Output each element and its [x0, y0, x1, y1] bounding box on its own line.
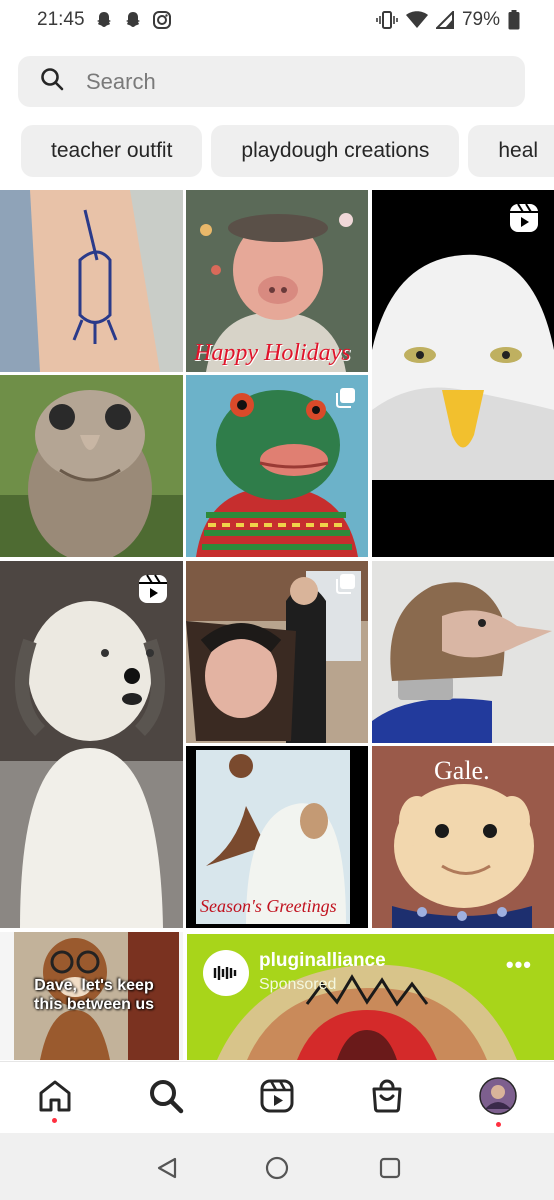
explore-tile-sculpture[interactable] [372, 561, 554, 743]
search-icon [148, 1078, 184, 1119]
battery-icon [508, 10, 520, 30]
tile-image [0, 190, 183, 372]
notification-dot [52, 1118, 57, 1123]
status-time: 21:45 [37, 9, 85, 30]
tile-image [0, 561, 183, 928]
tile-caption: Gale. [434, 756, 490, 785]
tile-image [372, 190, 554, 557]
notification-dot [496, 1122, 501, 1127]
tile-caption: Season's Greetings [200, 896, 337, 916]
explore-grid: Happy Holidays Season's Greetings Gale. … [0, 190, 554, 1060]
more-options-icon[interactable]: ••• [506, 952, 532, 978]
nav-reels[interactable] [257, 1078, 297, 1118]
snapchat-icon [94, 10, 114, 30]
ad-sponsored-label: Sponsored [259, 976, 337, 993]
bottom-navigation [0, 1061, 554, 1133]
home-icon [37, 1078, 73, 1119]
status-bar: 21:45 79% [0, 0, 554, 40]
search-bar[interactable] [18, 56, 525, 107]
sponsored-post[interactable]: pluginalliance Sponsored ••• [187, 934, 554, 1060]
explore-tile-painting[interactable] [186, 561, 368, 743]
reels-icon [508, 202, 540, 239]
ad-avatar[interactable] [203, 950, 249, 996]
nav-shop[interactable] [367, 1078, 407, 1118]
explore-tile-greetings-card[interactable]: Season's Greetings [186, 746, 368, 928]
tile-caption: Happy Holidays [194, 340, 351, 366]
reels-icon [260, 1079, 294, 1118]
explore-tile-pig-man[interactable]: Happy Holidays [186, 190, 368, 372]
nav-home[interactable] [35, 1078, 75, 1118]
ad-account-name[interactable]: pluginalliance [259, 950, 386, 972]
system-navigation [0, 1133, 554, 1200]
search-input[interactable] [86, 68, 486, 95]
nav-profile[interactable] [478, 1076, 518, 1120]
tile-image [372, 561, 554, 743]
wifi-icon [405, 11, 428, 29]
carousel-icon [334, 573, 356, 600]
chip-teacher-outfit[interactable]: teacher outfit [21, 125, 203, 177]
nav-search[interactable] [146, 1078, 186, 1118]
profile-avatar [479, 1076, 517, 1120]
search-icon [40, 67, 64, 96]
signal-icon [435, 11, 454, 29]
explore-tile-owl[interactable] [0, 375, 183, 557]
reels-icon [137, 573, 169, 610]
carousel-icon [334, 387, 356, 414]
back-icon[interactable] [150, 1151, 184, 1185]
chip-heal[interactable]: heal [468, 125, 554, 177]
chip-playdough-creations[interactable]: playdough creations [211, 125, 460, 177]
tile-caption: Dave, let's keep this between us [33, 977, 155, 1013]
explore-tile-chipmunk[interactable]: Dave, let's keep this between us [0, 932, 183, 1060]
explore-tile-frog-puppet[interactable] [186, 375, 368, 557]
suggestion-chips: teacher outfit playdough creations heal [21, 125, 554, 177]
battery-percent: 79% [461, 9, 500, 30]
tile-image [0, 375, 183, 557]
home-circle-icon[interactable] [260, 1151, 294, 1185]
explore-tile-eagle[interactable] [372, 190, 554, 557]
explore-tile-sheepdog[interactable] [0, 561, 183, 928]
shop-icon [370, 1079, 404, 1118]
explore-tile-clay-doll[interactable]: Gale. [372, 746, 554, 928]
recents-icon[interactable] [373, 1151, 407, 1185]
explore-tile-tattoo[interactable] [0, 190, 183, 372]
instagram-icon [152, 10, 172, 30]
snapchat-icon [123, 10, 143, 30]
vibrate-icon [376, 10, 398, 30]
